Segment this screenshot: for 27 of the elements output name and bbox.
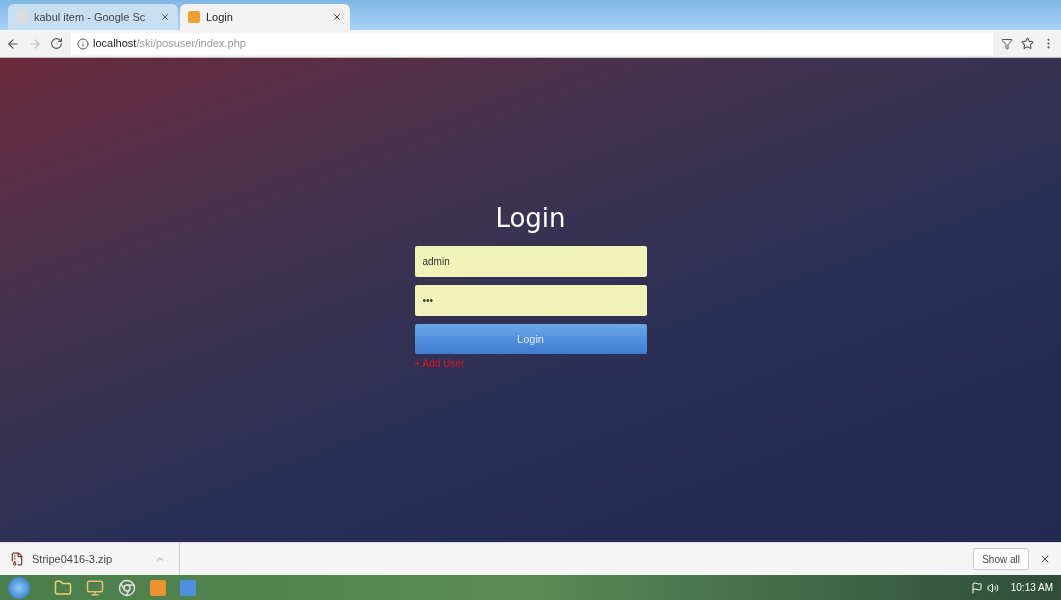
info-icon	[77, 37, 89, 50]
back-icon[interactable]	[6, 36, 20, 51]
reload-icon[interactable]	[50, 37, 63, 50]
folder-icon[interactable]	[54, 578, 72, 597]
browser-icon[interactable]	[118, 578, 136, 597]
clock[interactable]: 10:13 AM	[1010, 580, 1053, 595]
close-icon[interactable]	[332, 12, 342, 22]
download-filename[interactable]: Stripe0416-3.zip	[32, 550, 113, 568]
url-text: localhost/ski/posuser/index.php	[93, 36, 246, 52]
speaker-icon[interactable]	[986, 581, 999, 594]
browser-tab[interactable]: kabul item - Google Sc	[8, 4, 178, 30]
address-bar[interactable]: localhost/ski/posuser/index.php	[71, 32, 993, 55]
funnel-icon[interactable]	[1001, 37, 1013, 50]
bookmark-star-icon[interactable]	[1021, 37, 1034, 50]
browser-tab[interactable]: Login	[180, 4, 350, 30]
page-icon	[188, 11, 200, 23]
password-field[interactable]: •••	[414, 285, 647, 316]
username-field[interactable]: admin	[414, 246, 647, 277]
show-all-button[interactable]: Show all	[973, 548, 1029, 570]
login-title: Login	[494, 202, 567, 235]
close-icon[interactable]	[160, 12, 170, 22]
close-icon[interactable]	[1039, 553, 1051, 565]
tab-title: Login	[206, 9, 234, 25]
flag-icon[interactable]	[970, 581, 983, 594]
tab-title: kabul item - Google Sc	[34, 9, 147, 25]
start-button[interactable]	[8, 576, 30, 599]
archive-file-icon	[10, 552, 24, 566]
